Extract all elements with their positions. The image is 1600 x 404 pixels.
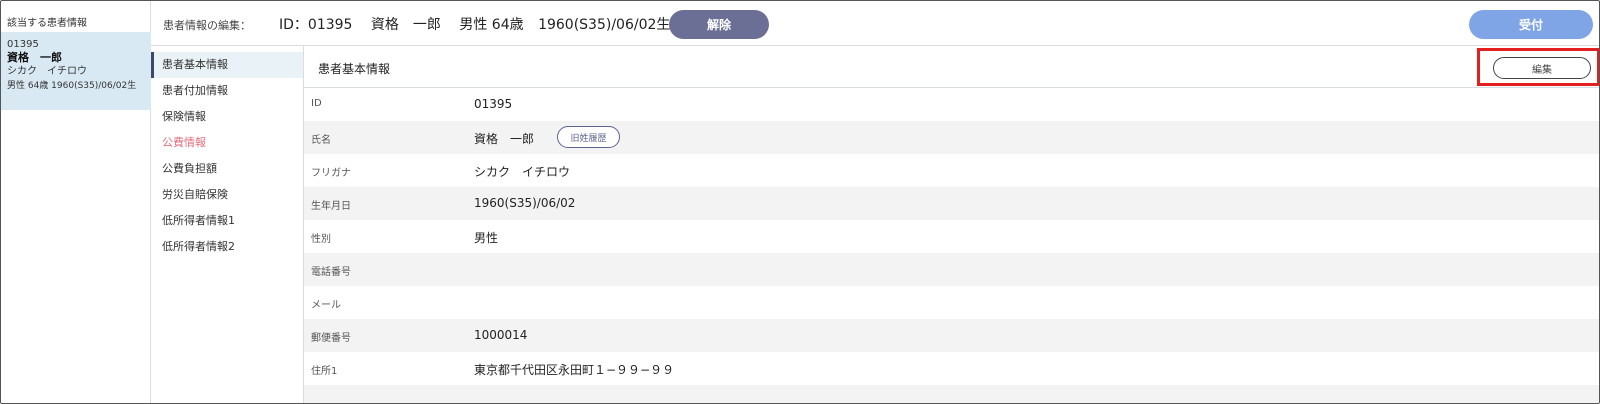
info-table: ID 01395 氏名 資格 一郎 旧姓履歴 フリガナ シカク イチロウ 生年月…	[304, 88, 1599, 403]
patient-card-kana: シカク イチロウ	[7, 66, 87, 77]
header-patient-birth: 1960(S35)/06/02生	[538, 17, 671, 33]
nav-item-public-expense-amount[interactable]: 公費負担額	[151, 156, 303, 182]
row-label: 性別	[311, 234, 331, 245]
nav-item-additional-info[interactable]: 患者付加情報	[151, 78, 303, 104]
info-row-name: 氏名 資格 一郎 旧姓履歴	[304, 121, 1599, 154]
row-label: ID	[311, 98, 322, 109]
patient-panel-title: 該当する患者情報	[7, 18, 87, 29]
header-label: 患者情報の編集：	[163, 19, 251, 32]
patient-card[interactable]: 01395 資格 一郎 シカク イチロウ 男性 64歳 1960(S35)/06…	[1, 32, 151, 110]
row-label: 住所1	[311, 366, 338, 377]
release-button[interactable]: 解除	[669, 10, 769, 39]
row-value: 男性	[474, 231, 499, 245]
header-patient-sex-age: 男性 64歳	[459, 17, 524, 33]
row-label: メール	[311, 300, 341, 311]
row-value: 1000014	[474, 328, 528, 342]
info-row-sex: 性別 男性	[304, 220, 1599, 253]
header-patient-summary: ID：01395 資格 一郎 男性 64歳 1960(S35)/06/02生	[279, 14, 684, 34]
row-value: 資格 一郎	[474, 132, 535, 146]
info-row-partial	[304, 385, 1599, 403]
info-row-postal-code: 郵便番号 1000014	[304, 319, 1599, 352]
nav-item-basic-info[interactable]: 患者基本情報	[151, 52, 303, 78]
row-label: 電話番号	[311, 267, 351, 278]
main-content: 患者基本情報 編集 ID 01395 氏名 資格 一郎 旧姓履歴 フリガナ シカ…	[304, 46, 1599, 403]
nav-item-public-expense[interactable]: 公費情報	[151, 130, 303, 156]
section-title: 患者基本情報	[318, 62, 391, 76]
maiden-name-history-button[interactable]: 旧姓履歴	[557, 126, 620, 148]
nav-item-low-income-2[interactable]: 低所得者情報2	[151, 234, 303, 260]
app-frame: 該当する患者情報 01395 資格 一郎 シカク イチロウ 男性 64歳 196…	[0, 0, 1600, 404]
row-label: 郵便番号	[311, 333, 351, 344]
patient-panel: 該当する患者情報 01395 資格 一郎 シカク イチロウ 男性 64歳 196…	[1, 1, 151, 403]
info-row-kana: フリガナ シカク イチロウ	[304, 154, 1599, 187]
info-row-email: メール	[304, 286, 1599, 319]
nav-item-workers-comp[interactable]: 労災自賠保険	[151, 182, 303, 208]
section-nav: 患者基本情報 患者付加情報 保険情報 公費情報 公費負担額 労災自賠保険 低所得…	[151, 46, 304, 403]
row-label: フリガナ	[311, 168, 351, 179]
edit-button[interactable]: 編集	[1493, 57, 1591, 79]
section-header: 患者基本情報 編集	[304, 46, 1599, 88]
nav-item-insurance[interactable]: 保険情報	[151, 104, 303, 130]
row-label: 生年月日	[311, 201, 351, 212]
header-patient-id: ID：01395	[279, 17, 353, 33]
row-value: 1960(S35)/06/02	[474, 196, 576, 210]
patient-card-info: 男性 64歳 1960(S35)/06/02生	[7, 81, 137, 91]
accept-button[interactable]: 受付	[1469, 10, 1593, 39]
row-value: 01395	[474, 97, 513, 111]
info-row-birthdate: 生年月日 1960(S35)/06/02	[304, 187, 1599, 220]
header-bar: 患者情報の編集： ID：01395 資格 一郎 男性 64歳 1960(S35)…	[151, 1, 1599, 46]
patient-card-name: 資格 一郎	[7, 51, 62, 64]
nav-item-low-income-1[interactable]: 低所得者情報1	[151, 208, 303, 234]
row-value: 東京都千代田区永田町１−９９−９９	[474, 363, 675, 377]
header-patient-name: 資格 一郎	[370, 17, 441, 33]
info-row-address1: 住所1 東京都千代田区永田町１−９９−９９	[304, 352, 1599, 385]
info-row-phone: 電話番号	[304, 253, 1599, 286]
row-label: 氏名	[311, 135, 331, 146]
row-value: シカク イチロウ	[474, 165, 571, 179]
patient-card-id: 01395	[7, 39, 39, 50]
info-row-id: ID 01395	[304, 88, 1599, 121]
